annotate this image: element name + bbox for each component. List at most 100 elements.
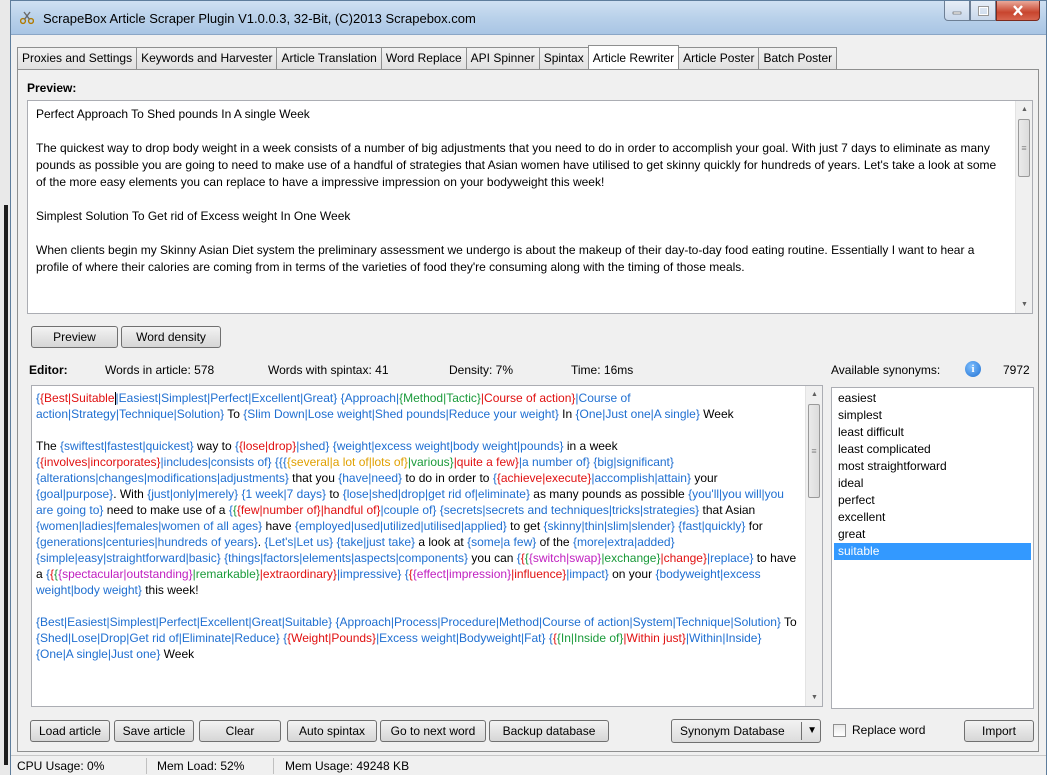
- synonym-database-dropdown[interactable]: Synonym Database ▼: [671, 719, 821, 743]
- plain-text: as many pounds as possible: [529, 487, 689, 501]
- spintax-token: {fast|quickly}: [678, 519, 746, 533]
- title-bar: ScrapeBox Article Scraper Plugin V1.0.0.…: [11, 1, 1046, 35]
- preview-paragraph: The quickest way to drop body weight in …: [36, 141, 997, 189]
- editor-paragraph: {Best|Easiest|Simplest|Perfect|Excellent…: [36, 614, 801, 662]
- status-divider: [273, 758, 274, 774]
- preview-scrollbar[interactable]: ▲ ≡ ▼: [1015, 101, 1032, 313]
- close-icon: [1013, 5, 1023, 16]
- clear-button[interactable]: Clear: [199, 720, 281, 742]
- preview-button[interactable]: Preview: [31, 326, 118, 348]
- spintax-token: {One|A single|Just one}: [36, 647, 161, 661]
- spintax-token: {Approach|Process|Procedure|Method|Cours…: [335, 615, 781, 629]
- tab-strip: Proxies and Settings Keywords and Harves…: [17, 45, 838, 69]
- scissors-icon: [20, 11, 34, 25]
- tab-api-spinner[interactable]: API Spinner: [465, 47, 540, 69]
- spintax-token: {Slim Down|Lose weight|Shed pounds|Reduc…: [243, 407, 559, 421]
- synonym-item[interactable]: least difficult: [834, 424, 1031, 441]
- tab-keywords-harvester[interactable]: Keywords and Harvester: [136, 47, 278, 69]
- scroll-thumb[interactable]: ≡: [1018, 119, 1030, 177]
- spintax-token: |accomplish|attain}: [591, 471, 691, 485]
- plain-text: for: [745, 519, 763, 533]
- synonym-listbox[interactable]: easiest simplest least difficult least comp…: [831, 387, 1034, 709]
- spintax-token: {Shed|Lose|Drop|Get rid of|Eliminate|Red…: [36, 631, 280, 645]
- plain-text: . With: [113, 487, 148, 501]
- preview-textarea[interactable]: Perfect Approach To Shed pounds In A sin…: [27, 100, 1033, 314]
- tab-proxies-settings[interactable]: Proxies and Settings: [17, 47, 138, 69]
- synonym-item[interactable]: most straightforward: [834, 458, 1031, 475]
- spintax-token: {big|significant}: [593, 455, 674, 469]
- plain-text: To: [224, 407, 244, 421]
- spintax-token: {several|a lot of|lots of}: [286, 455, 408, 469]
- minimize-button[interactable]: [944, 1, 970, 21]
- spintax-token: |Within just}: [623, 631, 686, 645]
- plain-text: to: [326, 487, 343, 501]
- app-window: ScrapeBox Article Scraper Plugin V1.0.0.…: [10, 0, 1047, 775]
- spintax-token: |influence}: [511, 567, 567, 581]
- editor-scrollbar[interactable]: ▲ ≡ ▼: [805, 386, 822, 706]
- info-icon[interactable]: i: [965, 361, 981, 377]
- tab-article-translation[interactable]: Article Translation: [276, 47, 382, 69]
- word-density-button[interactable]: Word density: [121, 326, 221, 348]
- spintax-token: {take|just take}: [336, 535, 416, 549]
- spintax-token: {In|Inside of}: [556, 631, 624, 645]
- plain-text: this week!: [141, 583, 199, 597]
- import-button[interactable]: Import: [964, 720, 1034, 742]
- plain-text: In: [558, 407, 576, 421]
- synonym-item[interactable]: ideal: [834, 475, 1031, 492]
- tab-article-rewriter[interactable]: Article Rewriter: [587, 45, 680, 69]
- plain-text: on your: [608, 567, 656, 581]
- tab-article-poster[interactable]: Article Poster: [678, 47, 760, 69]
- mem-usage: Mem Usage: 49248 KB: [285, 759, 410, 773]
- spintax-token: {women|ladies|females|women of all ages}: [36, 519, 263, 533]
- close-button[interactable]: [996, 1, 1040, 21]
- mem-load: Mem Load: 52%: [157, 759, 245, 773]
- plain-text: you can: [468, 551, 517, 565]
- spintax-token: {Weight|Pounds}: [287, 631, 377, 645]
- synonym-item[interactable]: simplest: [834, 407, 1031, 424]
- spintax-token: |Within|Inside}: [685, 631, 762, 645]
- plain-text: To: [780, 615, 797, 629]
- editor-paragraph: The {swiftest|fastest|quickest} way to {…: [36, 438, 801, 598]
- tab-word-replace[interactable]: Word Replace: [380, 47, 467, 69]
- dropdown-arrow-icon[interactable]: ▼: [807, 725, 817, 736]
- scroll-up-arrow-icon[interactable]: ▲: [806, 386, 822, 403]
- plain-text: that you: [288, 471, 339, 485]
- scroll-down-arrow-icon[interactable]: ▼: [806, 689, 822, 706]
- tab-batch-poster[interactable]: Batch Poster: [758, 47, 838, 69]
- backup-database-button[interactable]: Backup database: [489, 720, 609, 742]
- synonym-item[interactable]: perfect: [834, 492, 1031, 509]
- plain-text: to get: [506, 519, 544, 533]
- spintax-token: {Best|Suitable: [40, 391, 115, 405]
- synonym-item[interactable]: least complicated: [834, 441, 1031, 458]
- minimize-icon: [952, 11, 962, 14]
- auto-spintax-button[interactable]: Auto spintax: [287, 720, 377, 742]
- tab-spintax[interactable]: Spintax: [538, 47, 589, 69]
- synonym-item[interactable]: great: [834, 526, 1031, 543]
- maximize-icon: [977, 5, 989, 16]
- words-in-article: Words in article: 578: [105, 363, 215, 377]
- replace-word-checkbox[interactable]: [833, 724, 846, 737]
- scroll-down-arrow-icon[interactable]: ▼: [1016, 296, 1032, 313]
- synonym-item[interactable]: easiest: [834, 390, 1031, 407]
- scroll-thumb[interactable]: ≡: [808, 404, 820, 498]
- load-article-button[interactable]: Load article: [30, 720, 110, 742]
- spintax-token: {spectacular|outstanding}: [58, 567, 193, 581]
- plain-text: way to: [193, 439, 236, 453]
- plain-text: your: [690, 471, 718, 485]
- spintax-token: |Excess weight|Bodyweight|Fat}: [376, 631, 546, 645]
- spintax-token: {just|only|merely}: [147, 487, 239, 501]
- spintax-token: |impressive}: [336, 567, 402, 581]
- plain-text: a look at: [415, 535, 468, 549]
- spintax-token: {skinny|thin|slim|slender}: [543, 519, 675, 533]
- go-to-next-word-button[interactable]: Go to next word: [380, 720, 486, 742]
- status-bar: CPU Usage: 0% Mem Load: 52% Mem Usage: 4…: [11, 755, 1046, 775]
- plain-text: of the: [536, 535, 573, 549]
- maximize-button[interactable]: [970, 1, 996, 21]
- synonym-item[interactable]: excellent: [834, 509, 1031, 526]
- synonym-item[interactable]: suitable: [834, 543, 1031, 560]
- scroll-up-arrow-icon[interactable]: ▲: [1016, 101, 1032, 118]
- editor-textarea[interactable]: {{Best|Suitable|Easiest|Simplest|Perfect…: [31, 385, 823, 707]
- editor-label: Editor:: [29, 363, 68, 377]
- save-article-button[interactable]: Save article: [114, 720, 194, 742]
- spintax-token: |couple of}: [380, 503, 437, 517]
